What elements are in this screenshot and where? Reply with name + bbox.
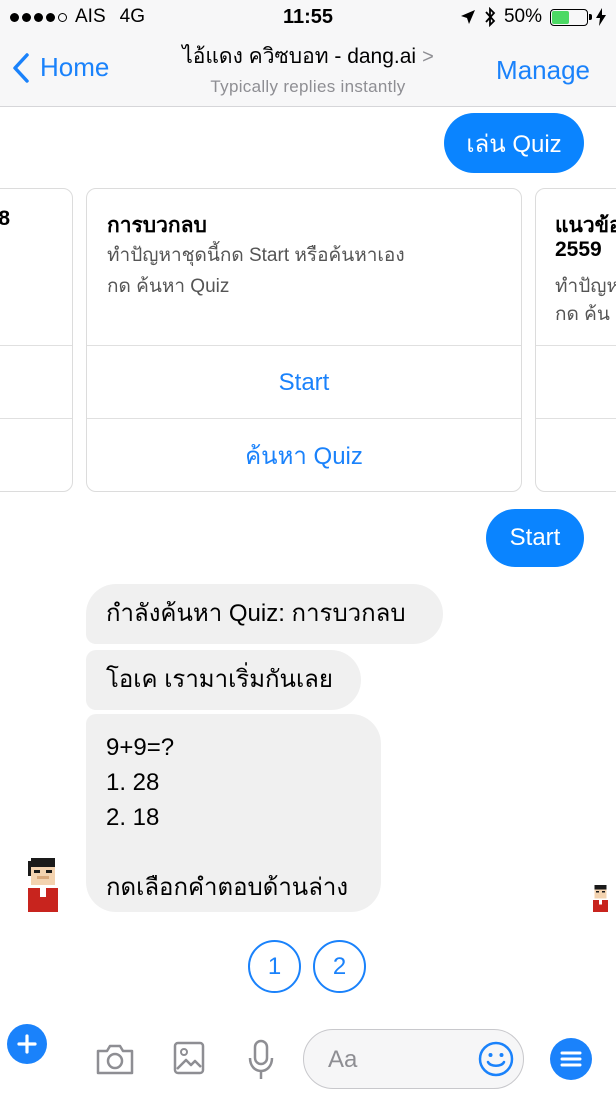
incoming-message: กำลังค้นหา Quiz: การบวกลบ — [86, 584, 443, 644]
seen-receipt-avatar — [593, 885, 608, 912]
carousel-card-right[interactable]: แนวข้อ 2559 ทำปัญห กด ค้น — [535, 188, 616, 492]
carousel-card-left[interactable]: 8 — [0, 188, 73, 492]
card-divider — [536, 345, 616, 346]
back-label: Home — [40, 52, 110, 82]
bot-avatar[interactable] — [28, 858, 58, 912]
message-input[interactable] — [326, 1040, 480, 1080]
status-bar: AIS 4G 11:55 50% — [0, 0, 616, 36]
message-input-container — [303, 1029, 524, 1089]
microphone-icon[interactable] — [247, 1039, 275, 1081]
card-title-line2: 2559 — [555, 238, 602, 261]
plus-button[interactable] — [7, 1024, 47, 1064]
question-line: 2. 18 — [106, 804, 160, 831]
chevron-right-icon: > — [422, 46, 434, 68]
quick-reply-2[interactable]: 2 — [313, 940, 366, 993]
question-line: 1. 28 — [106, 769, 160, 796]
card-subtitle-line1: ทำปัญห — [555, 276, 616, 297]
conversation-title-text: ไอ้แดง ควิซบอท - dang.ai — [182, 45, 417, 68]
status-bar-right: 50% — [460, 6, 606, 28]
conversation-title: ไอ้แดง ควิซบอท - dang.ai > — [150, 40, 466, 73]
location-arrow-icon — [460, 10, 475, 24]
composer-bar — [0, 1012, 616, 1102]
messenger-screen: AIS 4G 11:55 50% Home ไอ้แดง ควิซบอท - d… — [0, 0, 616, 1102]
card-subtitle-line2: กด ค้นหา Quiz — [107, 276, 230, 297]
question-line: กดเลือกคำตอบด้านล่าง — [106, 874, 349, 901]
message-text: กำลังค้นหา Quiz: การบวกลบ — [106, 600, 406, 627]
card-search-quiz-button[interactable]: ค้นหา Quiz — [87, 419, 521, 491]
battery-icon — [550, 8, 592, 26]
card-title: 8 — [0, 207, 10, 231]
message-text: Start — [509, 524, 561, 551]
card-divider — [536, 418, 616, 419]
card-subtitle-line1: ทำปัญหาชุดนี้กด Start หรือค้นหาเอง — [107, 245, 405, 266]
smiley-icon[interactable] — [478, 1041, 514, 1077]
card-subtitle-line2: กด ค้น — [555, 304, 610, 325]
conversation-header[interactable]: ไอ้แดง ควิซบอท - dang.ai > Typically repl… — [150, 40, 466, 97]
back-button[interactable]: Home — [12, 52, 109, 83]
menu-button[interactable] — [550, 1038, 592, 1080]
outgoing-message: Start — [486, 509, 584, 567]
quick-reply-1[interactable]: 1 — [248, 940, 301, 993]
chevron-left-icon — [13, 52, 29, 83]
outgoing-message: เล่น Quiz — [444, 113, 584, 173]
gallery-icon[interactable] — [173, 1041, 205, 1075]
message-text: เล่น Quiz — [466, 130, 562, 158]
conversation-subtitle: Typically replies instantly — [210, 77, 406, 96]
carousel-card-center: การบวกลบ ทำปัญหาชุดนี้กด Start หรือค้นหา… — [86, 188, 522, 492]
question-line: 9+9=? — [106, 734, 175, 761]
card-divider — [0, 418, 72, 419]
battery-percent: 50% — [503, 6, 542, 27]
card-title: การบวกลบ — [107, 214, 207, 237]
incoming-message: โอเค เรามาเริ่มกันเลย — [86, 650, 361, 710]
bluetooth-icon — [485, 7, 496, 27]
message-text: โอเค เรามาเริ่มกันเลย — [106, 666, 333, 693]
charging-bolt-icon — [596, 8, 606, 26]
plus-icon — [17, 1034, 37, 1054]
card-divider — [0, 345, 72, 346]
manage-button[interactable]: Manage — [496, 55, 590, 86]
menu-icon — [560, 1051, 582, 1067]
camera-icon[interactable] — [95, 1042, 135, 1076]
question-line — [106, 835, 361, 870]
card-start-button[interactable]: Start — [87, 346, 521, 419]
incoming-message-question: 9+9=? 1. 28 2. 18 กดเลือกคำตอบด้านล่าง — [86, 714, 381, 912]
battery-level — [552, 10, 569, 24]
navigation-bar: Home ไอ้แดง ควิซบอท - dang.ai > Typically… — [0, 36, 616, 107]
